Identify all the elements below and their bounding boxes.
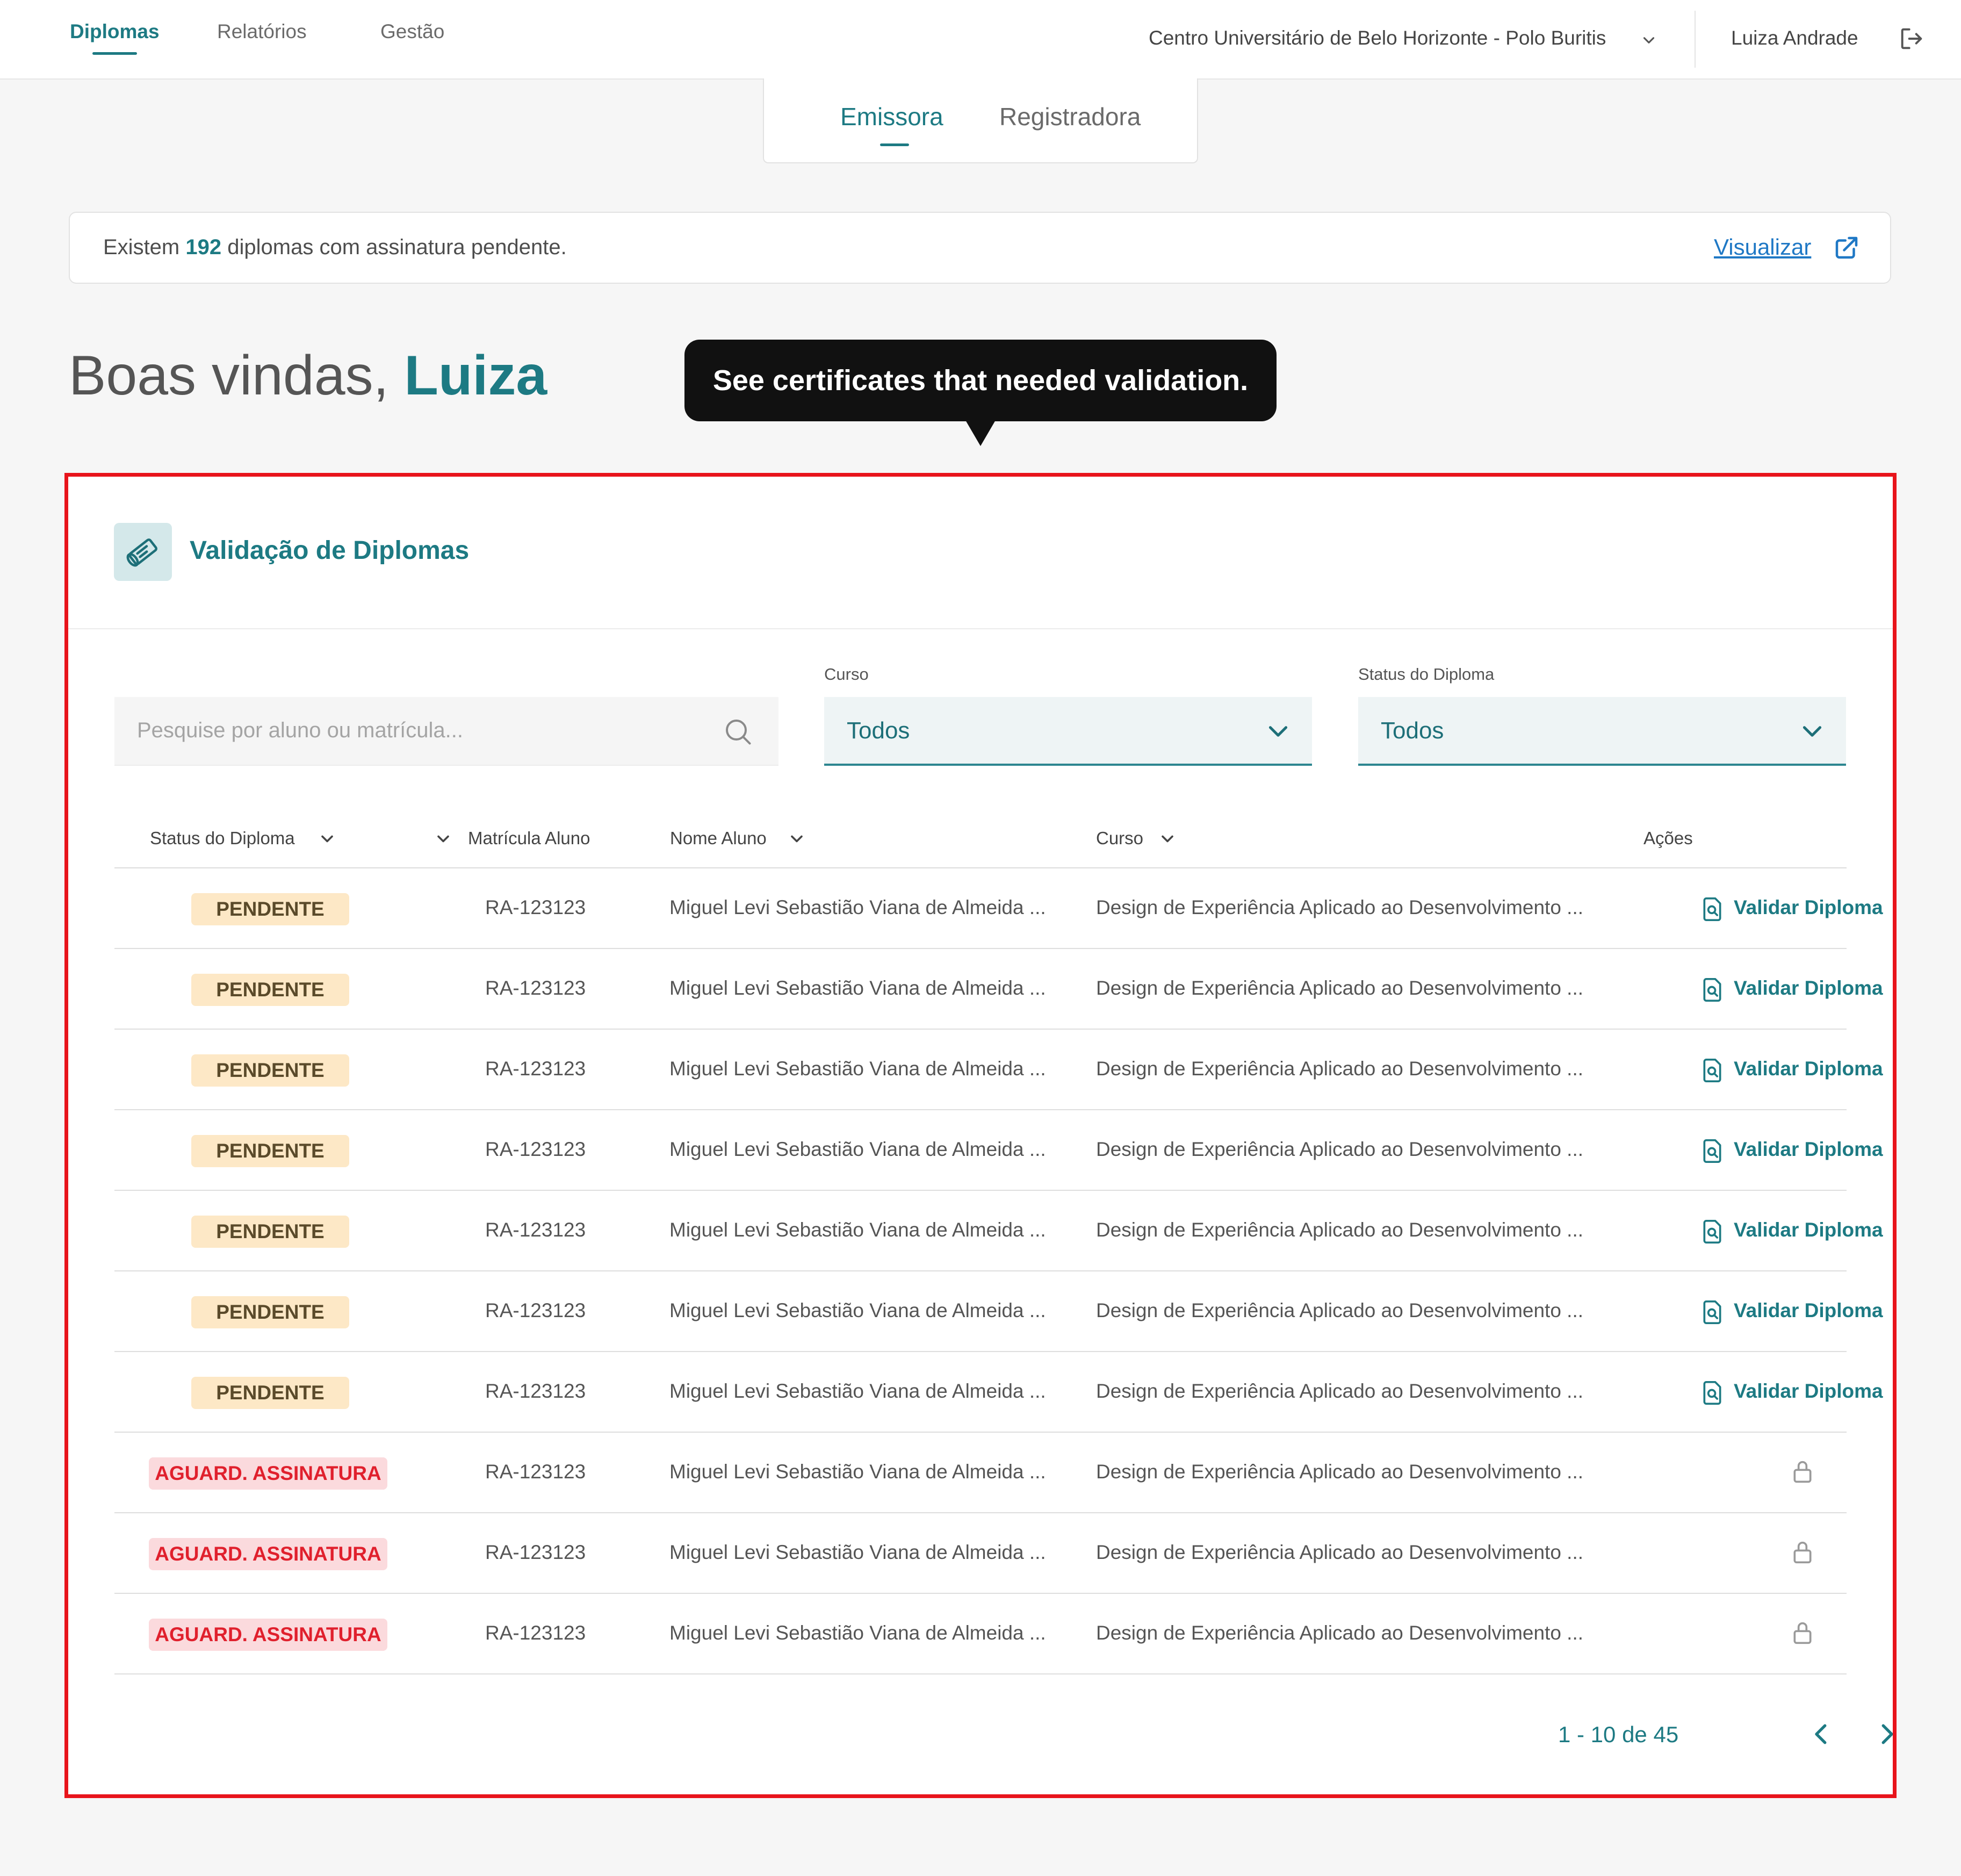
nav-divider bbox=[1695, 11, 1696, 68]
tooltip-arrow bbox=[965, 420, 996, 446]
tab-label: Emissora bbox=[840, 103, 943, 131]
logout-icon[interactable] bbox=[1898, 25, 1926, 53]
nav-item-label: Gestão bbox=[380, 20, 445, 42]
nav-active-indicator bbox=[92, 52, 137, 55]
banner-prefix: Existem bbox=[103, 235, 180, 259]
user-name: Luiza Andrade bbox=[1731, 27, 1858, 49]
nav-item-gestao[interactable]: Gestão bbox=[380, 20, 444, 43]
nav-item-diplomas[interactable]: Diplomas bbox=[70, 20, 160, 55]
nav-item-label: Diplomas bbox=[70, 20, 160, 42]
nav-item-relatorios[interactable]: Relatórios bbox=[217, 20, 307, 43]
tab-registradora[interactable]: Registradora bbox=[999, 102, 1141, 131]
welcome-heading: Boas vindas, Luiza bbox=[69, 344, 547, 408]
top-navbar: Diplomas Relatórios Gestão Centro Univer… bbox=[0, 0, 1961, 80]
pending-signature-banner: Existem 192 diplomas com assinatura pend… bbox=[69, 212, 1891, 284]
highlight-frame bbox=[64, 473, 1897, 1798]
banner-text: Existem 192 diplomas com assinatura pend… bbox=[103, 235, 567, 260]
welcome-greeting: Boas vindas, bbox=[69, 344, 389, 407]
visualizar-link[interactable]: Visualizar bbox=[1714, 234, 1811, 260]
tooltip: See certificates that needed validation. bbox=[684, 340, 1277, 421]
welcome-user-name: Luiza bbox=[404, 344, 547, 407]
campus-selector[interactable]: Centro Universitário de Belo Horizonte -… bbox=[1149, 27, 1606, 49]
tab-emissora[interactable]: Emissora bbox=[840, 102, 943, 146]
pending-count: 192 bbox=[185, 235, 222, 259]
chevron-down-icon[interactable] bbox=[1640, 31, 1658, 49]
nav-item-label: Relatórios bbox=[217, 20, 307, 42]
tab-label: Registradora bbox=[999, 103, 1141, 131]
banner-suffix: diplomas com assinatura pendente. bbox=[227, 235, 567, 259]
external-link-icon[interactable] bbox=[1832, 233, 1861, 262]
role-switch: Emissora Registradora bbox=[763, 78, 1198, 163]
tab-active-indicator bbox=[880, 143, 909, 146]
